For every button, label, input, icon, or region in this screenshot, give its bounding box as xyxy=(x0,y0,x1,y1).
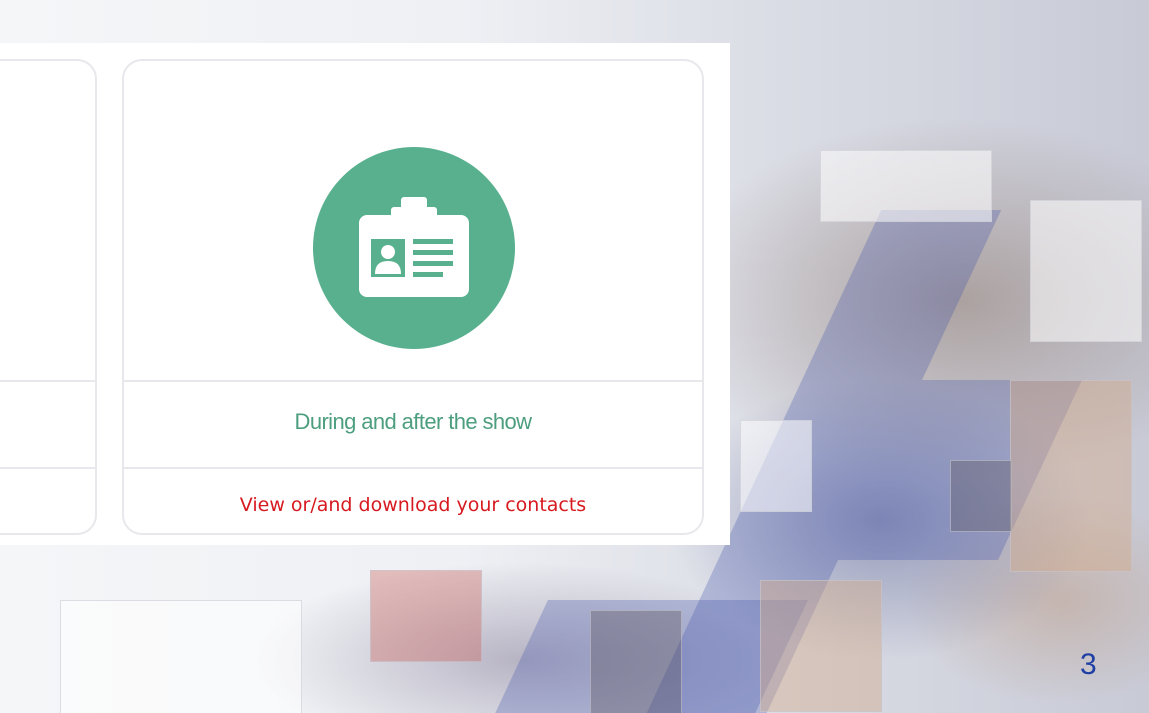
card-divider xyxy=(124,380,702,382)
badge-icon xyxy=(313,147,515,349)
card-divider xyxy=(0,380,95,382)
slide: During and after the show View or/and do… xyxy=(0,0,1149,713)
card-divider xyxy=(124,467,702,469)
previous-card-partial xyxy=(0,59,97,535)
page-number: 3 xyxy=(1080,648,1097,681)
during-after-show-card: During and after the show View or/and do… xyxy=(122,59,704,535)
view-download-contacts-link[interactable]: View or/and download your contacts xyxy=(124,494,702,516)
card-divider xyxy=(0,467,95,469)
card-title: During and after the show xyxy=(294,409,533,434)
